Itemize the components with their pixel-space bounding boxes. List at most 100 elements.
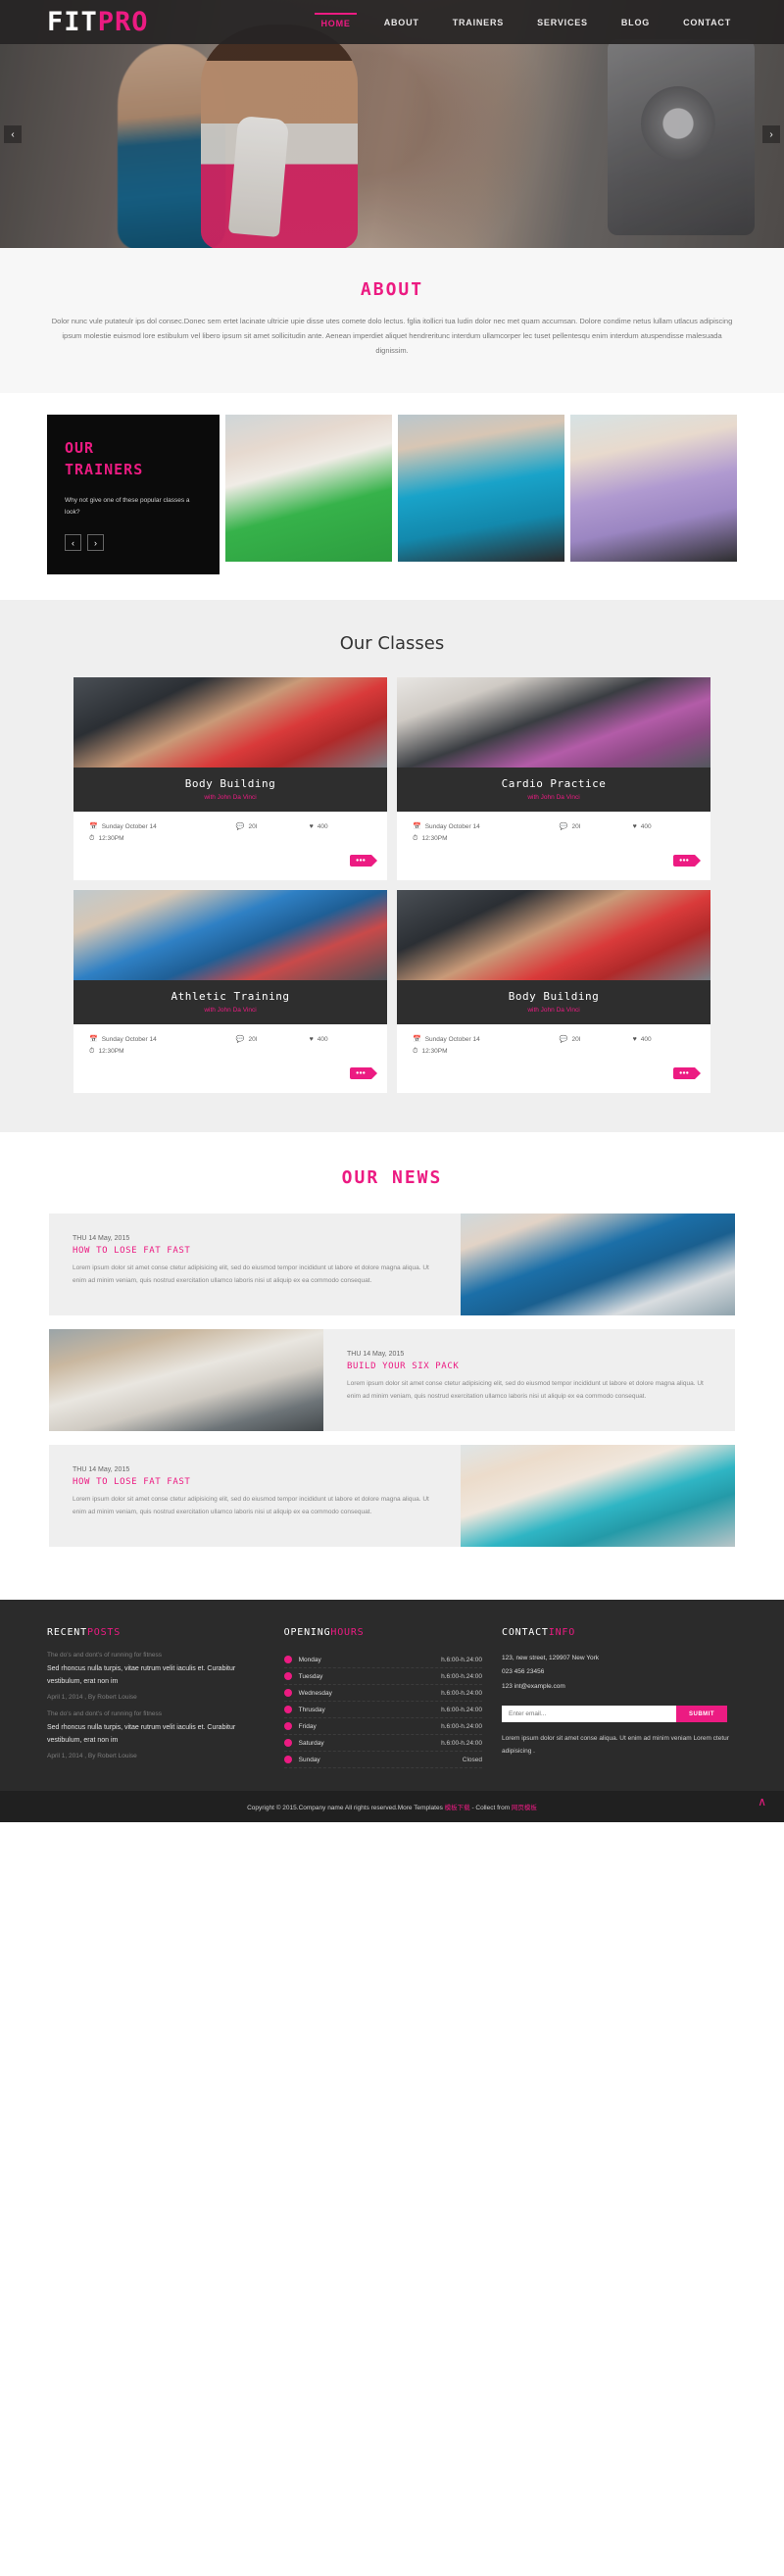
class-card-like-count: 400 (640, 823, 652, 831)
clock-bullet-icon (283, 1689, 292, 1698)
class-card-meta: 📅 Sunday October 14 ⏱ 12:30PM 💬 20l ♥ 400 (74, 1024, 387, 1067)
class-card-date: Sunday October 14 (424, 823, 480, 831)
footer-address: 123, new street, 129907 New York (502, 1655, 600, 1662)
trainer-photo-1[interactable] (225, 415, 392, 562)
copyright-link-1[interactable]: 模板下载 (445, 1805, 470, 1811)
trainers-section: OUR TRAINERS Why not give one of these p… (0, 393, 784, 601)
opening-hours-row: Sunday Closed (283, 1752, 482, 1769)
clock-icon: ⏱ (413, 835, 418, 843)
trainers-prev-arrow-icon[interactable]: ‹ (65, 534, 81, 552)
class-card-date: Sunday October 14 (424, 1036, 480, 1044)
about-section: ABOUT Dolor nunc vule putateulr ips dol … (0, 248, 784, 393)
opening-hours-time: Closed (462, 1756, 482, 1763)
class-card-like-count: 400 (640, 1036, 652, 1044)
clock-icon: ⏱ (89, 835, 95, 843)
nav-item-trainers[interactable]: TRAINERS (447, 14, 510, 31)
hero-slider: FITPRO HOME ABOUT TRAINERS SERVICES BLOG… (0, 0, 784, 248)
class-card-comments: 💬 20l (560, 1036, 633, 1060)
slider-prev-arrow-icon[interactable]: ‹ (4, 125, 22, 143)
opening-hours-time: h.6:00-h.24:00 (441, 1722, 482, 1730)
class-card-instructor: with John Da Vinci (527, 1007, 580, 1015)
nav-item-blog[interactable]: BLOG (615, 14, 656, 31)
news-item[interactable]: THU 14 May, 2015 HOW TO LOSE FAT FAST Lo… (49, 1214, 735, 1316)
class-card[interactable]: Body Building with John Da Vinci 📅 Sunday… (74, 677, 387, 881)
nav-item-contact[interactable]: CONTACT (677, 14, 737, 31)
news-item-date: THU 14 May, 2015 (347, 1351, 405, 1359)
news-item[interactable]: THU 14 May, 2015 BUILD YOUR SIX PACK Lor… (49, 1329, 735, 1432)
footer-heading-posts: POSTS (86, 1627, 122, 1639)
comment-icon: 💬 (235, 1036, 245, 1044)
news-item-image (461, 1445, 735, 1548)
class-card-band: Body Building with John Da Vinci (397, 980, 710, 1025)
opening-hours-day: Wednesday (298, 1689, 332, 1697)
news-item-text: THU 14 May, 2015 HOW TO LOSE FAT FAST Lo… (49, 1214, 461, 1315)
scroll-to-top-icon[interactable]: ∧ (758, 1795, 766, 1808)
class-card-band: Athletic Training with John Da Vinci (74, 980, 387, 1025)
news-item-headline[interactable]: HOW TO LOSE FAT FAST (73, 1477, 437, 1487)
class-card-title: Cardio Practice (501, 777, 607, 791)
footer-email: 123 int@example.com (502, 1682, 565, 1690)
footer-contact-details: 123, new street, 129907 New York 023 456… (502, 1652, 737, 1694)
footer-post-body: Sed rhoncus nulla turpis, vitae rutrum v… (47, 1724, 236, 1744)
price-tag-icon[interactable]: ●●● (350, 1067, 377, 1080)
footer-recent-posts-heading: RECENTPOSTS (47, 1627, 265, 1638)
class-card[interactable]: Athletic Training with John Da Vinci 📅 Su… (74, 890, 387, 1094)
footer-heading-info: INFO (548, 1627, 576, 1639)
newsletter-email-input[interactable] (502, 1706, 676, 1723)
about-title: ABOUT (360, 279, 424, 300)
class-card-title: Body Building (184, 777, 276, 791)
newsletter-submit-button[interactable]: SUBMIT (676, 1706, 727, 1723)
heart-icon: ♥ (632, 823, 637, 831)
class-card-comment-count: 20l (571, 1036, 581, 1044)
slider-next-arrow-icon[interactable]: › (762, 125, 780, 143)
class-card-footer: ●●● (397, 855, 710, 880)
footer-heading-contact: CONTACT (502, 1627, 549, 1639)
opening-hours-day: Sunday (298, 1756, 320, 1763)
trainers-title-line1: OUR (65, 439, 95, 457)
trainers-next-arrow-icon[interactable]: › (87, 534, 104, 552)
class-card-instructor: with John Da Vinci (527, 794, 580, 802)
class-card-time: 12:30PM (421, 1048, 448, 1056)
footer-post-item[interactable]: The do's and dont's of running for fitne… (47, 1710, 265, 1759)
trainer-photo-2[interactable] (398, 415, 564, 562)
class-card-likes: ♥ 400 (310, 1036, 328, 1060)
class-card-schedule: 📅 Sunday October 14 ⏱ 12:30PM (413, 823, 560, 847)
class-card-footer: ●●● (74, 1067, 387, 1093)
copyright-link-2[interactable]: 网页模板 (512, 1805, 537, 1811)
footer-phone: 023 456 23456 (502, 1668, 545, 1676)
footer-heading-hours: HOURS (330, 1627, 365, 1639)
price-tag-icon[interactable]: ●●● (350, 855, 377, 867)
calendar-icon: 📅 (413, 1036, 421, 1044)
news-item-body: Lorem ipsum dolor sit amet conse ctetur … (73, 1264, 429, 1284)
class-card[interactable]: Cardio Practice with John Da Vinci 📅 Sund… (397, 677, 710, 881)
copyright-text: Copyright © 2015.Company name All rights… (247, 1804, 445, 1811)
class-card-time: 12:30PM (98, 835, 124, 843)
class-card-image (397, 890, 710, 981)
class-card[interactable]: Body Building with John Da Vinci 📅 Sunday… (397, 890, 710, 1094)
classes-grid: Body Building with John Da Vinci 📅 Sunday… (74, 677, 710, 1094)
nav-item-services[interactable]: SERVICES (531, 14, 594, 31)
news-item[interactable]: THU 14 May, 2015 HOW TO LOSE FAT FAST Lo… (49, 1445, 735, 1548)
classes-section: Our Classes Body Building with John Da V… (0, 600, 784, 1133)
news-item-headline[interactable]: HOW TO LOSE FAT FAST (73, 1246, 437, 1256)
footer-post-item[interactable]: The do's and dont's of running for fitne… (47, 1652, 265, 1701)
nav-item-home[interactable]: HOME (315, 12, 357, 32)
price-tag-icon[interactable]: ●●● (673, 1067, 701, 1080)
opening-hours-row: Friday h.6:00-h.24:00 (283, 1718, 482, 1736)
class-card-footer: ●●● (74, 855, 387, 880)
price-tag-icon[interactable]: ●●● (673, 855, 701, 867)
class-card-comments: 💬 20l (560, 823, 633, 847)
site-logo[interactable]: FITPRO (47, 7, 149, 37)
footer-post-teaser: The do's and dont's of running for fitne… (47, 1710, 163, 1718)
footer-post-teaser: The do's and dont's of running for fitne… (47, 1652, 163, 1660)
news-item-headline[interactable]: BUILD YOUR SIX PACK (347, 1362, 711, 1371)
trainer-photo-3[interactable] (570, 415, 737, 562)
class-card-meta: 📅 Sunday October 14 ⏱ 12:30PM 💬 20l ♥ 400 (397, 1024, 710, 1067)
class-card-like-count: 400 (317, 823, 328, 831)
opening-hours-day: Thrusday (298, 1706, 325, 1713)
nav-item-about[interactable]: ABOUT (378, 14, 425, 31)
clock-icon: ⏱ (413, 1048, 418, 1056)
copyright-bar: Copyright © 2015.Company name All rights… (0, 1790, 784, 1822)
class-card-date: Sunday October 14 (101, 823, 157, 831)
trainers-intro-box: OUR TRAINERS Why not give one of these p… (47, 415, 220, 575)
